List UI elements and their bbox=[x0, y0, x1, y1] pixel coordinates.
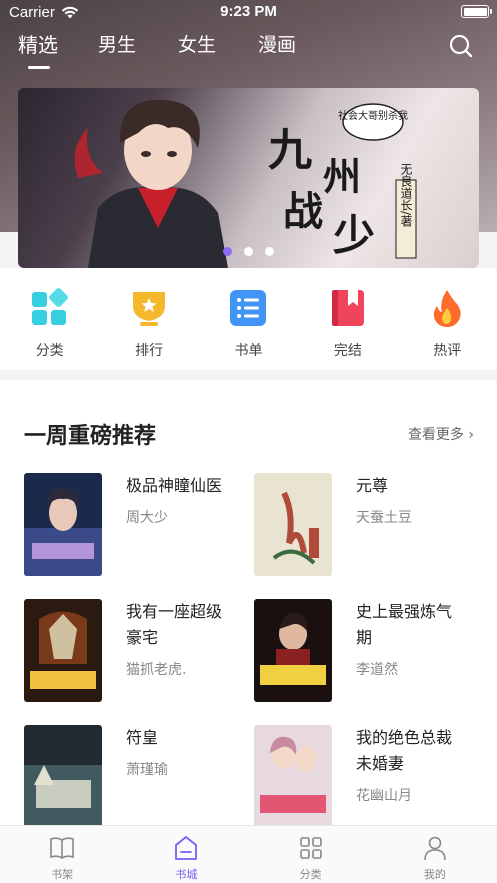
status-bar: Carrier 9:23 PM bbox=[0, 0, 497, 26]
quick-item-ranking[interactable]: 排行 bbox=[99, 288, 198, 360]
book-author: 花幽山月 bbox=[356, 788, 412, 804]
book-cover bbox=[24, 473, 102, 576]
book-title: 元尊 bbox=[356, 476, 389, 495]
book-card[interactable]: 极品神瞳仙医 周大少 bbox=[24, 473, 254, 583]
banner-pagination bbox=[18, 247, 479, 256]
tab-comic[interactable]: 漫画 bbox=[258, 32, 338, 72]
quick-label-hot-review: 热评 bbox=[433, 343, 462, 359]
category-grid-icon bbox=[31, 288, 68, 325]
tab-bookstore[interactable]: 书城 bbox=[124, 826, 248, 883]
banner-dot-3[interactable] bbox=[265, 247, 274, 256]
banner-carousel[interactable]: 社会大哥别杀我 九 州 战 少 无良道长/著 bbox=[18, 88, 479, 268]
bottom-tab-bar: 书架 书城 分类 我的 bbox=[0, 825, 497, 883]
bookmark-book-icon bbox=[331, 290, 364, 326]
status-time: 9:23 PM bbox=[220, 3, 277, 20]
grid-icon bbox=[299, 837, 322, 859]
tab-label-bookstore: 书城 bbox=[175, 868, 198, 881]
book-cover bbox=[24, 599, 102, 702]
tab-male[interactable]: 男生 bbox=[98, 32, 178, 72]
book-cover bbox=[254, 473, 332, 576]
quick-label-completed: 完结 bbox=[333, 343, 362, 359]
book-cover bbox=[254, 599, 332, 702]
book-open-icon bbox=[50, 837, 74, 859]
trophy-icon bbox=[133, 292, 166, 326]
quick-item-category[interactable]: 分类 bbox=[0, 288, 99, 360]
quick-item-hot-review[interactable]: 热评 bbox=[398, 288, 497, 360]
tab-label-bookshelf: 书架 bbox=[51, 868, 74, 881]
view-more-link[interactable]: 查看更多 › bbox=[408, 424, 474, 444]
book-author: 猫抓老虎. bbox=[126, 662, 187, 678]
section-title: 一周重磅推荐 bbox=[24, 424, 157, 449]
tab-label-category: 分类 bbox=[299, 868, 322, 881]
list-icon bbox=[230, 290, 267, 326]
top-tabs: 精选 男生 女生 漫画 bbox=[18, 32, 338, 72]
banner-character-illustration bbox=[74, 99, 228, 268]
tab-category[interactable]: 分类 bbox=[249, 826, 373, 883]
quick-item-booklist[interactable]: 书单 bbox=[199, 288, 298, 360]
book-title: 我的绝色总裁未婚妻 bbox=[356, 728, 453, 773]
battery-icon bbox=[461, 5, 492, 18]
banner-author-tag: 无良道长/著 bbox=[399, 163, 413, 228]
tab-featured[interactable]: 精选 bbox=[18, 32, 98, 72]
person-icon bbox=[424, 836, 446, 861]
banner-dot-1[interactable] bbox=[223, 247, 232, 256]
quick-label-category: 分类 bbox=[35, 343, 64, 359]
tab-mine[interactable]: 我的 bbox=[373, 826, 497, 883]
book-cover bbox=[24, 725, 102, 825]
search-icon[interactable] bbox=[448, 33, 474, 59]
quick-label-booklist: 书单 bbox=[234, 343, 263, 359]
tab-female[interactable]: 女生 bbox=[178, 32, 258, 72]
store-icon bbox=[175, 836, 198, 860]
book-title: 史上最强炼气期 bbox=[356, 602, 453, 647]
book-author: 萧瑾瑜 bbox=[126, 762, 168, 778]
flame-icon bbox=[434, 290, 461, 327]
book-card[interactable]: 我有一座超级豪宅 猫抓老虎. bbox=[24, 599, 254, 709]
book-card[interactable]: 符皇 萧瑾瑜 bbox=[24, 725, 254, 825]
quick-menu-panel: 分类 排行 书单 完结 热评 bbox=[0, 268, 497, 370]
chevron-right-icon: › bbox=[468, 427, 474, 443]
book-cover bbox=[254, 725, 332, 825]
book-card[interactable]: 我的绝色总裁未婚妻 花幽山月 bbox=[254, 725, 484, 825]
banner-bubble-text: 社会大哥别杀我 bbox=[338, 109, 408, 122]
banner-title-art: 社会大哥别杀我 九 州 战 少 无良道长/著 bbox=[268, 103, 417, 260]
svg-text:九: 九 bbox=[268, 125, 312, 176]
book-card[interactable]: 元尊 天蚕土豆 bbox=[254, 473, 484, 583]
book-author: 李道然 bbox=[356, 662, 398, 678]
book-title: 符皇 bbox=[126, 728, 159, 747]
book-card[interactable]: 史上最强炼气期 李道然 bbox=[254, 599, 484, 709]
view-more-label: 查看更多 bbox=[407, 427, 464, 443]
book-author: 天蚕土豆 bbox=[356, 510, 412, 526]
book-author: 周大少 bbox=[126, 510, 168, 526]
quick-label-ranking: 排行 bbox=[135, 343, 164, 359]
book-title: 我有一座超级豪宅 bbox=[126, 602, 223, 647]
book-title: 极品神瞳仙医 bbox=[126, 476, 223, 495]
tab-bookshelf[interactable]: 书架 bbox=[0, 826, 124, 883]
svg-text:州: 州 bbox=[323, 154, 361, 199]
section-header: 一周重磅推荐 查看更多 › bbox=[24, 418, 474, 449]
banner-dot-2[interactable] bbox=[244, 247, 253, 256]
weekly-recommend-section: 一周重磅推荐 查看更多 › 极品神瞳仙医 周大少 元尊 天蚕土豆 我有一座超级豪… bbox=[0, 380, 497, 825]
quick-item-completed[interactable]: 完结 bbox=[298, 288, 397, 360]
tab-label-mine: 我的 bbox=[423, 868, 446, 881]
svg-text:战: 战 bbox=[283, 188, 323, 235]
